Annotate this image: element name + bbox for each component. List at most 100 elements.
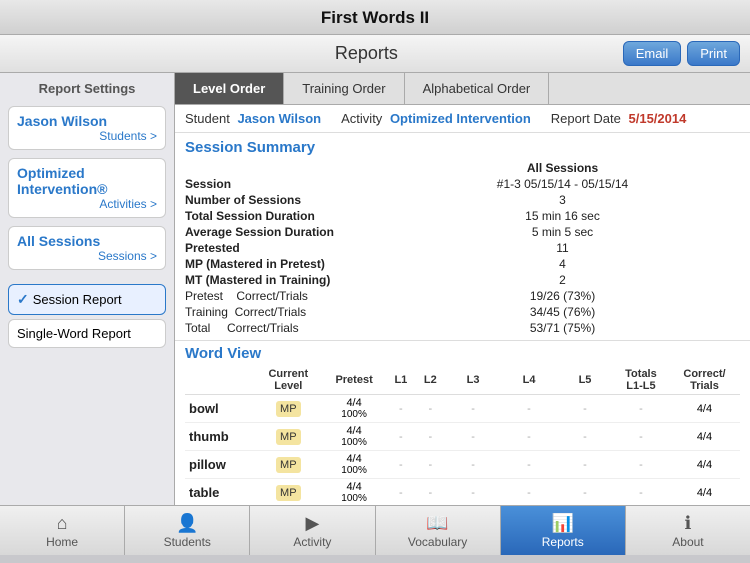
- email-button[interactable]: Email: [623, 41, 682, 66]
- nav-students[interactable]: 👤 Students: [125, 506, 250, 555]
- correct-trials-cell: 4/4: [669, 395, 740, 423]
- activity-name: Optimized Intervention: [390, 111, 531, 126]
- sidebar-student-section: Jason Wilson Students >: [8, 106, 166, 150]
- nav-home-label: Home: [46, 535, 78, 549]
- pretest-cell: 4/4100%: [322, 479, 386, 506]
- nav-vocabulary[interactable]: 📖 Vocabulary: [376, 506, 501, 555]
- col-word: [185, 366, 255, 395]
- report-content: Level Order Training Order Alphabetical …: [175, 73, 750, 505]
- table-row: thumb MP 4/4100% - - - - - - 4/4: [185, 423, 740, 451]
- sidebar-activity-section: Optimized Intervention® Activities >: [8, 158, 166, 218]
- summary-row-mt: MT (Mastered in Training) 2: [185, 272, 740, 288]
- nav-reports[interactable]: 📊 Reports: [501, 506, 626, 555]
- table-cell: -: [445, 395, 501, 423]
- word-view: Word View CurrentLevel Pretest L1 L2 L3 …: [175, 341, 750, 505]
- student-label: Student Jason Wilson: [185, 111, 321, 126]
- col-l3: L3: [445, 366, 501, 395]
- header-title: Reports: [110, 43, 623, 64]
- col-correct-trials: Correct/Trials: [669, 366, 740, 395]
- table-row: table MP 4/4100% - - - - - - 4/4: [185, 479, 740, 506]
- checkmark-icon: ✓: [17, 291, 29, 308]
- summary-row-pretest-trials: Pretest Correct/Trials 19/26 (73%): [185, 288, 740, 304]
- report-header: Student Jason Wilson Activity Optimized …: [175, 105, 750, 133]
- col-l1: L1: [386, 366, 415, 395]
- single-word-report-button[interactable]: Single-Word Report: [8, 319, 166, 348]
- vocabulary-icon: 📖: [426, 513, 448, 534]
- table-row: bowl MP 4/4100% - - - - - - 4/4: [185, 395, 740, 423]
- header: Reports Email Print: [0, 35, 750, 73]
- sidebar-sessions-name[interactable]: All Sessions: [17, 233, 157, 249]
- table-cell: -: [501, 395, 557, 423]
- report-date: 5/15/2014: [629, 111, 687, 126]
- col-current-level: CurrentLevel: [255, 366, 323, 395]
- level-cell: MP: [255, 479, 323, 506]
- sidebar-sessions-link[interactable]: Sessions >: [98, 249, 157, 263]
- table-cell: -: [386, 479, 415, 506]
- word-name: bowl: [185, 395, 255, 423]
- pretest-cell: 4/4100%: [322, 451, 386, 479]
- table-cell: -: [557, 479, 613, 506]
- summary-row-num-sessions: Number of Sessions 3: [185, 192, 740, 208]
- nav-students-label: Students: [164, 535, 211, 549]
- sidebar-students-link[interactable]: Students >: [99, 129, 157, 143]
- table-cell: -: [445, 423, 501, 451]
- col-l5: L5: [557, 366, 613, 395]
- nav-about[interactable]: ℹ About: [626, 506, 750, 555]
- table-cell: -: [557, 451, 613, 479]
- correct-trials-cell: 4/4: [669, 423, 740, 451]
- sidebar-activities-link[interactable]: Activities >: [99, 197, 157, 211]
- student-name: Jason Wilson: [237, 111, 321, 126]
- table-cell: -: [416, 479, 445, 506]
- word-name: table: [185, 479, 255, 506]
- table-cell: -: [557, 395, 613, 423]
- table-cell: -: [613, 479, 669, 506]
- reports-icon: 📊: [552, 513, 574, 534]
- table-cell: -: [613, 395, 669, 423]
- table-cell: -: [501, 423, 557, 451]
- sidebar-student-name[interactable]: Jason Wilson: [17, 113, 157, 129]
- word-view-title: Word View: [185, 345, 740, 362]
- table-cell: -: [613, 423, 669, 451]
- table-cell: -: [416, 451, 445, 479]
- correct-trials-cell: 4/4: [669, 479, 740, 506]
- sidebar-actions: ✓ Session Report Single-Word Report: [8, 284, 166, 348]
- col-l4: L4: [501, 366, 557, 395]
- app-title: First Words II: [321, 8, 429, 27]
- title-bar: First Words II: [0, 0, 750, 35]
- activity-icon: ▶: [306, 513, 320, 534]
- summary-row-mp: MP (Mastered in Pretest) 4: [185, 256, 740, 272]
- col-l2: L2: [416, 366, 445, 395]
- nav-activity[interactable]: ▶ Activity: [250, 506, 375, 555]
- level-cell: MP: [255, 395, 323, 423]
- summary-row-session: Session #1-3 05/15/14 - 05/15/14: [185, 176, 740, 192]
- pretest-cell: 4/4100%: [322, 423, 386, 451]
- table-cell: -: [613, 451, 669, 479]
- table-cell: -: [386, 395, 415, 423]
- table-cell: -: [445, 451, 501, 479]
- session-report-button[interactable]: ✓ Session Report: [8, 284, 166, 315]
- tab-alphabetical-order[interactable]: Alphabetical Order: [405, 73, 550, 104]
- table-cell: -: [416, 423, 445, 451]
- table-cell: -: [416, 395, 445, 423]
- nav-reports-label: Reports: [542, 535, 584, 549]
- correct-trials-cell: 4/4: [669, 451, 740, 479]
- nav-home[interactable]: ⌂ Home: [0, 506, 125, 555]
- summary-row-total-duration: Total Session Duration 15 min 16 sec: [185, 208, 740, 224]
- nav-vocabulary-label: Vocabulary: [408, 535, 467, 549]
- tab-training-order[interactable]: Training Order: [284, 73, 404, 104]
- table-cell: -: [386, 451, 415, 479]
- sidebar-sessions-section: All Sessions Sessions >: [8, 226, 166, 270]
- all-sessions-header: All Sessions: [385, 160, 740, 176]
- nav-about-label: About: [672, 535, 703, 549]
- tab-level-order[interactable]: Level Order: [175, 73, 284, 104]
- home-icon: ⌂: [57, 513, 68, 534]
- session-summary: Session Summary All Sessions Session #1-…: [175, 133, 750, 341]
- table-cell: -: [445, 479, 501, 506]
- summary-row-avg-duration: Average Session Duration 5 min 5 sec: [185, 224, 740, 240]
- header-buttons: Email Print: [623, 41, 740, 66]
- sidebar-activity-name[interactable]: Optimized Intervention®: [17, 165, 157, 197]
- col-totals: TotalsL1-L5: [613, 366, 669, 395]
- summary-row-total-trials: Total Correct/Trials 53/71 (75%): [185, 320, 740, 336]
- print-button[interactable]: Print: [687, 41, 740, 66]
- date-label: Report Date 5/15/2014: [551, 111, 687, 126]
